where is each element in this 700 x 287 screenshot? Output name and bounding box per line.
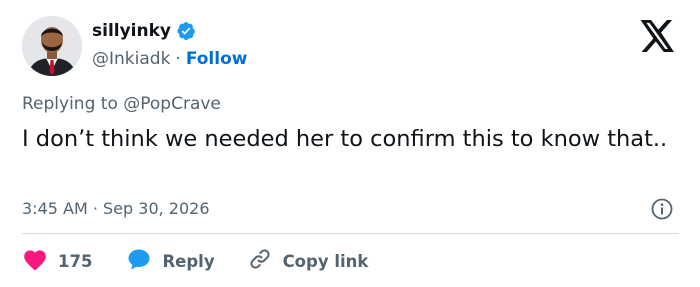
tweet-card: sillyinky @Inkiadk · Follow Replying to … — [0, 0, 700, 287]
follow-button[interactable]: Follow — [186, 49, 248, 69]
tweet-text: I don’t think we needed her to confirm t… — [22, 126, 668, 152]
avatar[interactable] — [22, 16, 82, 76]
info-icon[interactable] — [650, 197, 674, 221]
action-bar: 175 Reply Copy link — [22, 247, 368, 275]
x-logo-icon[interactable] — [640, 20, 676, 52]
separator-dot: · — [175, 49, 181, 69]
like-count: 175 — [58, 251, 93, 271]
replying-to: Replying to @PopCrave — [22, 94, 221, 114]
user-handle[interactable]: @Inkiadk — [92, 49, 170, 69]
name-row: sillyinky — [92, 21, 196, 41]
heart-icon — [22, 247, 48, 275]
reply-mention-link[interactable]: @PopCrave — [123, 94, 221, 114]
copy-link-button[interactable]: Copy link — [247, 247, 369, 275]
verified-badge-icon — [176, 21, 196, 41]
handle-row: @Inkiadk · Follow — [92, 49, 247, 69]
reply-button[interactable]: Reply — [126, 247, 215, 275]
copy-link-label: Copy link — [282, 251, 369, 271]
tweet-timestamp[interactable]: 3:45 AM · Sep 30, 2026 — [22, 199, 210, 218]
speech-bubble-icon — [126, 247, 152, 275]
divider — [22, 233, 679, 234]
reply-label: Reply — [162, 251, 215, 271]
display-name[interactable]: sillyinky — [92, 21, 171, 41]
like-button[interactable]: 175 — [22, 247, 92, 275]
link-icon — [247, 247, 273, 275]
replying-prefix: Replying to — [22, 94, 118, 114]
